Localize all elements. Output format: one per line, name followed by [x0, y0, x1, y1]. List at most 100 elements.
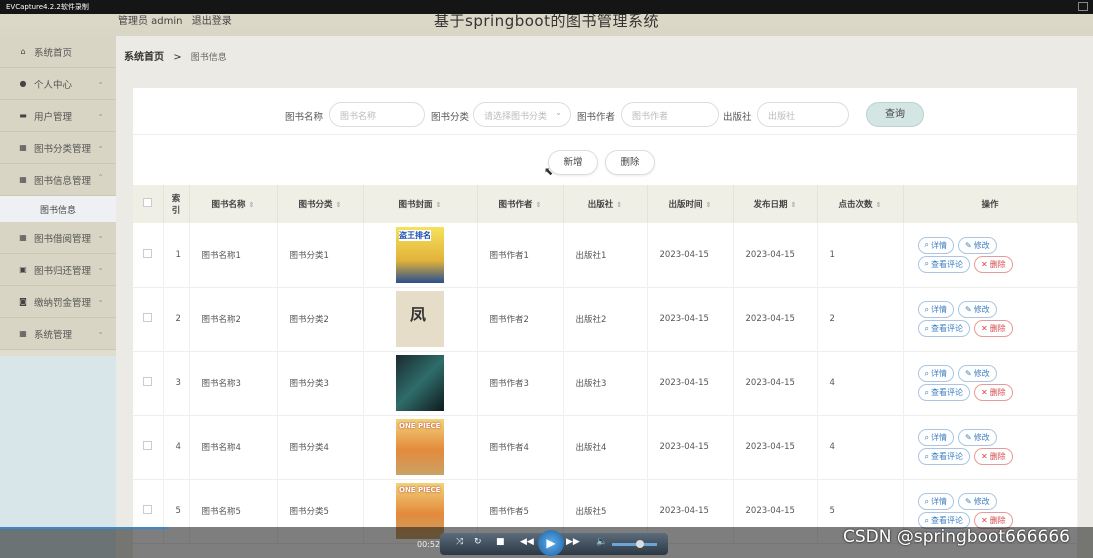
row-checkbox[interactable] [133, 351, 164, 415]
volume-knob[interactable] [636, 540, 644, 548]
cell-author: 图书作者3 [477, 351, 564, 415]
column-header-cover[interactable]: 图书封面 ⇕ [363, 185, 478, 223]
content-panel: 图书名称 图书名称 图书分类 请选择图书分类 ⌄ 图书作者 图书作者 出版社 出… [133, 88, 1078, 558]
publisher-input[interactable]: 出版社 [757, 102, 849, 127]
volume-slider[interactable] [612, 543, 657, 546]
rewind-icon[interactable]: ◀◀ [520, 537, 534, 547]
shuffle-icon[interactable]: ⤨ [456, 537, 463, 547]
system-title: 基于springboot的图书管理系统 [434, 12, 659, 30]
cell-actions: ⌕ 详情 ✎ 修改 ⌕ 查看评论 ✕ 删除 [903, 415, 1078, 479]
search-icon: ⌕ [924, 496, 929, 506]
edit-button[interactable]: ✎ 修改 [957, 365, 997, 382]
column-header-publisher[interactable]: 出版社 ⇕ [563, 185, 648, 223]
table-row: 3 图书名称3 图书分类3 图书作者3 出版社3 2023-04-15 2023… [133, 351, 1078, 415]
sidebar-item-label: 系统管理 [34, 329, 73, 341]
mouse-cursor-icon: ⬉ [544, 165, 554, 178]
sidebar-item-profile[interactable]: ● 个人中心 ⌄ [0, 68, 116, 100]
view-comments-button[interactable]: ⌕ 查看评论 [917, 320, 970, 337]
cell-pubdate: 2023-04-15 [647, 287, 734, 351]
row-delete-button[interactable]: ✕ 删除 [973, 255, 1013, 273]
delete-button[interactable]: 删除 [605, 150, 655, 175]
sidebar-item-book-category[interactable]: ▦ 图书分类管理 ⌄ [0, 132, 116, 164]
cell-pubdate: 2023-04-15 [647, 415, 734, 479]
cell-publisher: 出版社1 [563, 223, 648, 287]
book-cover-image: ONE PIECE [396, 419, 444, 475]
stop-icon[interactable]: ■ [496, 537, 505, 547]
row-checkbox[interactable] [133, 287, 164, 351]
edit-button[interactable]: ✎ 修改 [957, 236, 997, 254]
sidebar-item-return[interactable]: ▣ 图书归还管理 ⌄ [0, 254, 116, 286]
cell-category: 图书分类2 [277, 287, 364, 351]
column-header-pubdate[interactable]: 出版时间 ⇕ [647, 185, 734, 223]
view-comments-button[interactable]: ⌕ 查看评论 [917, 448, 970, 465]
chevron-down-icon: ⌄ [97, 231, 104, 240]
query-button[interactable]: 查询 [866, 102, 924, 127]
row-checkbox[interactable] [133, 223, 164, 287]
sidebar-item-home[interactable]: ⌂ 系统首页 [0, 36, 116, 68]
column-header-name[interactable]: 图书名称 ⇕ [189, 185, 278, 223]
cell-name: 图书名称1 [189, 223, 278, 287]
book-author-input[interactable]: 图书作者 [621, 102, 719, 127]
sidebar-item-book-info[interactable]: ▦ 图书信息管理 ⌃ [0, 164, 116, 196]
user-manage-icon: ▬ [19, 111, 27, 120]
sidebar-item-borrow[interactable]: ▦ 图书借阅管理 ⌄ [0, 222, 116, 254]
cell-name: 图书名称2 [189, 287, 278, 351]
view-comments-button[interactable]: ⌕ 查看评论 [917, 255, 970, 273]
cell-index: 2 [163, 287, 190, 351]
chevron-down-icon: ⌄ [97, 327, 104, 336]
column-header-author[interactable]: 图书作者 ⇕ [477, 185, 564, 223]
book-category-placeholder: 请选择图书分类 [484, 112, 548, 122]
cell-actions: ⌕ 详情 ✎ 修改 ⌕ 查看评论 ✕ 删除 [903, 223, 1078, 287]
book-name-label: 图书名称 [285, 112, 324, 123]
row-delete-button[interactable]: ✕ 删除 [973, 384, 1013, 401]
column-header-clicks[interactable]: 点击次数 ⇕ [817, 185, 904, 223]
video-progress-bar[interactable] [0, 527, 168, 529]
edit-button[interactable]: ✎ 修改 [957, 493, 997, 510]
chevron-down-icon: ⌄ [97, 263, 104, 272]
play-icon[interactable]: ▶ [538, 530, 564, 556]
sidebar-item-system[interactable]: ▦ 系统管理 ⌄ [0, 318, 116, 350]
close-icon: ✕ [980, 259, 988, 269]
grid-icon: ▦ [19, 175, 27, 184]
column-header-reldate[interactable]: 发布日期 ⇕ [733, 185, 818, 223]
sidebar-item-fines[interactable]: ◙ 缴纳罚金管理 ⌄ [0, 286, 116, 318]
row-checkbox[interactable] [133, 415, 164, 479]
chevron-down-icon: ⌄ [555, 108, 562, 117]
column-header-category[interactable]: 图书分类 ⇕ [277, 185, 364, 223]
edit-button[interactable]: ✎ 修改 [957, 301, 997, 318]
add-button[interactable]: 新增 [548, 150, 598, 175]
edit-button[interactable]: ✎ 修改 [957, 429, 997, 446]
breadcrumb-home[interactable]: 系统首页 [124, 52, 164, 63]
repeat-icon[interactable]: ↻ [474, 537, 482, 547]
close-icon: ✕ [980, 324, 988, 333]
search-icon: ⌕ [924, 515, 929, 525]
detail-button[interactable]: ⌕ 详情 [917, 493, 954, 510]
row-delete-button[interactable]: ✕ 删除 [973, 448, 1013, 465]
table-row: 2 图书名称2 图书分类2 凤 图书作者2 出版社2 2023-04-15 20… [133, 287, 1078, 351]
detail-button[interactable]: ⌕ 详情 [917, 236, 954, 254]
fast-forward-icon[interactable]: ▶▶ [566, 537, 580, 547]
select-all-checkbox[interactable] [133, 185, 164, 223]
detail-button[interactable]: ⌕ 详情 [917, 301, 954, 318]
cell-cover: ONE PIECE [363, 415, 478, 479]
search-icon: ⌕ [924, 368, 929, 378]
cell-index: 4 [163, 415, 190, 479]
row-delete-button[interactable]: ✕ 删除 [973, 320, 1013, 337]
sidebar-subitem-book-info[interactable]: 图书信息 [0, 196, 116, 222]
sidebar-item-label: 个人中心 [34, 79, 73, 91]
sidebar-item-users[interactable]: ▬ 用户管理 ⌄ [0, 100, 116, 132]
chevron-down-icon: ⌄ [97, 109, 104, 118]
detail-button[interactable]: ⌕ 详情 [917, 429, 954, 446]
volume-icon[interactable]: 🔈 [596, 537, 607, 547]
pencil-icon: ✎ [964, 305, 972, 314]
breadcrumb-current: 图书信息 [190, 53, 227, 63]
search-icon: ⌕ [924, 259, 929, 269]
detail-button[interactable]: ⌕ 详情 [917, 365, 954, 382]
pencil-icon: ✎ [964, 497, 972, 506]
view-comments-button[interactable]: ⌕ 查看评论 [917, 384, 970, 401]
sort-icon: ⇕ [435, 201, 442, 209]
book-category-select[interactable]: 请选择图书分类 ⌄ [473, 102, 571, 127]
cell-reldate: 2023-04-15 [733, 351, 818, 415]
cell-author: 图书作者4 [477, 415, 564, 479]
book-name-input[interactable]: 图书名称 [329, 102, 425, 127]
